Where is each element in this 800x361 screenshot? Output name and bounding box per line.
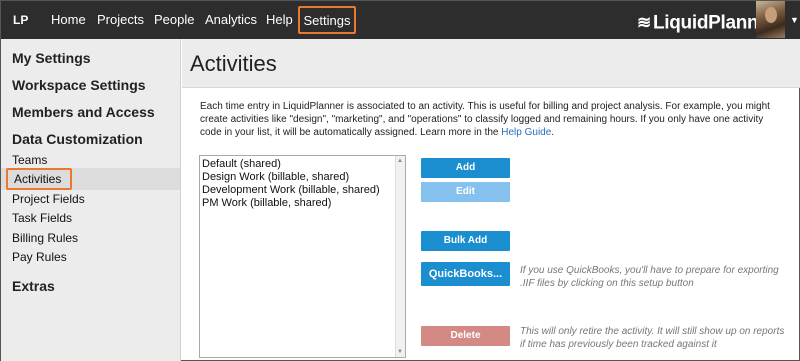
sidebar-item-pay-rules[interactable]: Pay Rules (12, 250, 67, 264)
sidebar-item-project-fields[interactable]: Project Fields (12, 192, 85, 206)
nav-help[interactable]: Help (266, 1, 293, 39)
quickbooks-help-note: If you use QuickBooks, you'll have to pr… (520, 265, 779, 289)
nav-home[interactable]: Home (51, 1, 86, 39)
nav-projects[interactable]: Projects (97, 1, 144, 39)
help-guide-link[interactable]: Help Guide (501, 127, 551, 138)
delete-button[interactable]: Delete (421, 326, 510, 346)
sidebar-extras[interactable]: Extras (12, 278, 55, 294)
sidebar-my-settings[interactable]: My Settings (12, 50, 91, 66)
avatar-face (765, 7, 777, 23)
sidebar-item-activities[interactable]: Activities (6, 168, 72, 190)
nav-settings[interactable]: Settings (298, 6, 356, 34)
description-text: Each time entry in LiquidPlanner is asso… (200, 101, 770, 138)
sidebar-members-access[interactable]: Members and Access (12, 104, 155, 120)
quickbooks-button[interactable]: QuickBooks... (421, 262, 510, 286)
add-button[interactable]: Add (421, 158, 510, 178)
lp-logo[interactable]: LP (13, 1, 28, 39)
nav-analytics[interactable]: Analytics (205, 1, 257, 39)
top-navigation-bar: LP Home Projects People Analytics Help S… (1, 1, 800, 39)
listbox-scrollbar[interactable]: ▲ ▼ (395, 156, 405, 357)
list-item[interactable]: Design Work (billable, shared) (202, 171, 349, 183)
list-item[interactable]: PM Work (billable, shared) (202, 197, 331, 209)
page-title: Activities (190, 51, 277, 76)
edit-button[interactable]: Edit (421, 182, 510, 202)
user-avatar[interactable] (756, 1, 785, 38)
scroll-up-arrow-icon[interactable]: ▲ (397, 158, 403, 164)
user-menu-caret-icon[interactable]: ▼ (790, 1, 799, 39)
description-period: . (551, 127, 555, 138)
sidebar-item-task-fields[interactable]: Task Fields (12, 211, 72, 225)
activities-description: Each time entry in LiquidPlanner is asso… (200, 100, 780, 139)
brand-wave-icon: ≋ (637, 13, 651, 33)
settings-sidebar: My Settings Workspace Settings Members a… (1, 39, 181, 361)
delete-help-note: This will only retire the activity. It w… (520, 326, 785, 350)
sidebar-data-customization[interactable]: Data Customization (12, 131, 143, 147)
sidebar-item-billing-rules[interactable]: Billing Rules (12, 231, 78, 245)
activities-listbox[interactable]: Default (shared) Design Work (billable, … (199, 155, 406, 358)
sidebar-workspace-settings[interactable]: Workspace Settings (12, 77, 146, 93)
bulk-add-button[interactable]: Bulk Add (421, 231, 510, 251)
list-item[interactable]: Default (shared) (202, 158, 281, 170)
sidebar-item-teams[interactable]: Teams (12, 153, 47, 167)
list-item[interactable]: Development Work (billable, shared) (202, 184, 380, 196)
nav-people[interactable]: People (154, 1, 194, 39)
scroll-down-arrow-icon[interactable]: ▼ (397, 349, 403, 355)
